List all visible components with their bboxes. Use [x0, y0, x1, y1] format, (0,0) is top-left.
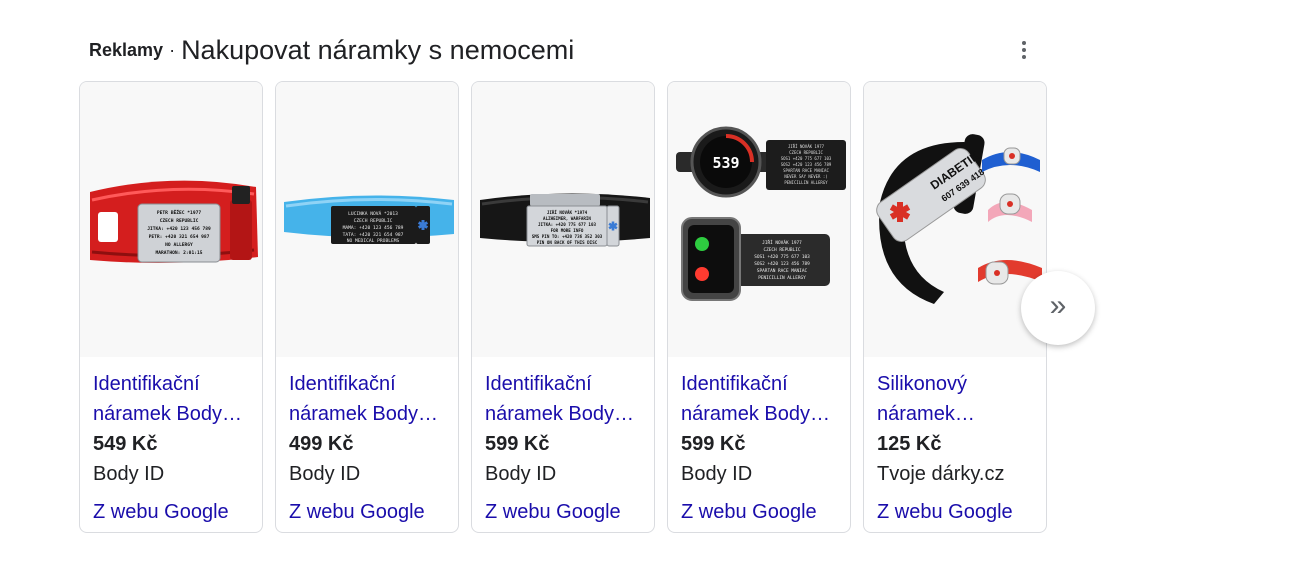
product-image[interactable]: JIŘÍ NOVÁK *1974 ALZHEIMER, WARFARIN JIT… — [472, 82, 654, 357]
diabetic-bracelet-icon: DIABETIK 607 639 418 — [876, 134, 1042, 304]
product-image[interactable]: 539 JIŘÍ NOVÁK 1977 CZECH REPUBLIC SOS1 … — [668, 82, 850, 357]
ads-section-header: Reklamy · Nakupovat náramky s nemocemi — [89, 30, 574, 70]
svg-text:SOS2 +420 123 456 789: SOS2 +420 123 456 789 — [754, 261, 810, 267]
source-link[interactable]: Z webu Google — [681, 499, 837, 525]
product-card[interactable]: LUCINKA NOVÁ *2013 CZECH REPUBLIC MAMA: … — [275, 81, 459, 533]
product-card[interactable]: PETR BĚŽEC *1977 CZECH REPUBLIC JITKA: +… — [79, 81, 263, 533]
svg-text:MARATHON: 2:01:15: MARATHON: 2:01:15 — [155, 250, 202, 256]
svg-text:PENICILLIN ALLERGY: PENICILLIN ALLERGY — [784, 180, 828, 185]
svg-text:TATA: +420 321 654 987: TATA: +420 321 654 987 — [343, 232, 404, 238]
svg-text:CZECH REPUBLIC: CZECH REPUBLIC — [160, 218, 199, 224]
header-separator: · — [169, 39, 176, 60]
svg-text:PETR: +420 321 654 987: PETR: +420 321 654 987 — [149, 234, 210, 240]
svg-text:PIN ON BACK OF THIS DISC: PIN ON BACK OF THIS DISC — [537, 240, 598, 245]
svg-text:CZECH REPUBLIC: CZECH REPUBLIC — [354, 218, 393, 224]
svg-text:CZECH REPUBLIC: CZECH REPUBLIC — [763, 247, 800, 253]
black-silicone-bracelet-icon: JIŘÍ NOVÁK *1974 ALZHEIMER, WARFARIN JIT… — [480, 193, 650, 247]
product-seller: Tvoje dárky.cz — [877, 463, 1005, 485]
product-title-link[interactable]: Identifikační náramek Body… — [681, 369, 837, 429]
svg-text:NO MEDICAL PROBLEMS: NO MEDICAL PROBLEMS — [347, 238, 400, 244]
product-seller: Body ID — [485, 463, 557, 485]
svg-text:JITKA: +420 775 677 103: JITKA: +420 775 677 103 — [538, 222, 596, 227]
svg-text:NO ALLERGY: NO ALLERGY — [165, 242, 193, 248]
source-link[interactable]: Z webu Google — [877, 499, 1033, 525]
svg-text:ALZHEIMER, WARFARIN: ALZHEIMER, WARFARIN — [543, 216, 591, 221]
svg-text:SOS1 +420 775 677 103: SOS1 +420 775 677 103 — [781, 156, 832, 161]
watch-digits: 539 — [712, 154, 739, 172]
svg-text:SMS PIN TO: +420 736 352 303: SMS PIN TO: +420 736 352 303 — [532, 234, 603, 239]
product-image[interactable]: LUCINKA NOVÁ *2013 CZECH REPUBLIC MAMA: … — [276, 82, 458, 357]
product-price: 125 Kč — [877, 433, 942, 455]
svg-text:SPARTAN RACE MANIAC: SPARTAN RACE MANIAC — [757, 268, 808, 274]
product-price: 599 Kč — [681, 433, 746, 455]
product-seller: Body ID — [681, 463, 753, 485]
svg-text:PENICILLIN ALLERGY: PENICILLIN ALLERGY — [758, 275, 806, 281]
smartwatch-band-icon: 539 JIŘÍ NOVÁK 1977 CZECH REPUBLIC SOS1 … — [676, 126, 846, 301]
more-options-button[interactable] — [1010, 36, 1038, 64]
product-title-link[interactable]: Silikonový náramek… — [877, 369, 1033, 429]
product-card[interactable]: 539 JIŘÍ NOVÁK 1977 CZECH REPUBLIC SOS1 … — [667, 81, 851, 533]
section-title: Nakupovat náramky s nemocemi — [181, 34, 575, 65]
double-chevron-right-icon: » — [1049, 289, 1067, 322]
product-seller: Body ID — [289, 463, 361, 485]
product-price: 499 Kč — [289, 433, 354, 455]
svg-text:MAMA: +420 123 456 789: MAMA: +420 123 456 789 — [343, 225, 404, 231]
product-title-link[interactable]: Identifikační náramek Body… — [485, 369, 641, 429]
blue-silicone-bracelet-icon: LUCINKA NOVÁ *2013 CZECH REPUBLIC MAMA: … — [284, 195, 454, 244]
svg-text:SPARTAN RACE MANIAC: SPARTAN RACE MANIAC — [783, 168, 829, 173]
product-image[interactable]: DIABETIK 607 639 418 — [864, 82, 1046, 357]
svg-text:JIŘÍ NOVÁK 1977: JIŘÍ NOVÁK 1977 — [788, 144, 825, 149]
product-card[interactable]: DIABETIK 607 639 418 Silikonový náramek…… — [863, 81, 1047, 533]
product-title-link[interactable]: Identifikační náramek Body… — [289, 369, 445, 429]
product-carousel: PETR BĚŽEC *1977 CZECH REPUBLIC JITKA: +… — [79, 81, 1047, 533]
svg-text:FOR MORE INFO: FOR MORE INFO — [551, 228, 584, 233]
more-vert-icon — [1022, 41, 1026, 45]
svg-text:SOS2 +420 123 456 789: SOS2 +420 123 456 789 — [781, 162, 832, 167]
svg-text:NEVER SAY NEVER :): NEVER SAY NEVER :) — [784, 174, 827, 179]
product-image[interactable]: PETR BĚŽEC *1977 CZECH REPUBLIC JITKA: +… — [80, 82, 262, 357]
product-card[interactable]: JIŘÍ NOVÁK *1974 ALZHEIMER, WARFARIN JIT… — [471, 81, 655, 533]
svg-text:JIŘÍ NOVÁK *1974: JIŘÍ NOVÁK *1974 — [547, 210, 588, 215]
red-velcro-bracelet-icon: PETR BĚŽEC *1977 CZECH REPUBLIC JITKA: +… — [90, 180, 258, 263]
product-title-link[interactable]: Identifikační náramek Body… — [93, 369, 249, 429]
product-price: 599 Kč — [485, 433, 550, 455]
svg-text:SOS1 +420 775 677 103: SOS1 +420 775 677 103 — [754, 254, 810, 260]
carousel-next-button[interactable]: » — [1021, 271, 1095, 345]
svg-text:CZECH REPUBLIC: CZECH REPUBLIC — [789, 150, 823, 155]
source-link[interactable]: Z webu Google — [93, 499, 249, 525]
source-link[interactable]: Z webu Google — [485, 499, 641, 525]
product-seller: Body ID — [93, 463, 165, 485]
svg-text:LUCINKA NOVÁ *2013: LUCINKA NOVÁ *2013 — [348, 210, 398, 217]
source-link[interactable]: Z webu Google — [289, 499, 445, 525]
ads-label: Reklamy — [89, 39, 164, 60]
product-price: 549 Kč — [93, 433, 158, 455]
previous-section-remnant — [86, 0, 246, 4]
svg-text:JITKA: +420 123 456 789: JITKA: +420 123 456 789 — [147, 226, 211, 232]
